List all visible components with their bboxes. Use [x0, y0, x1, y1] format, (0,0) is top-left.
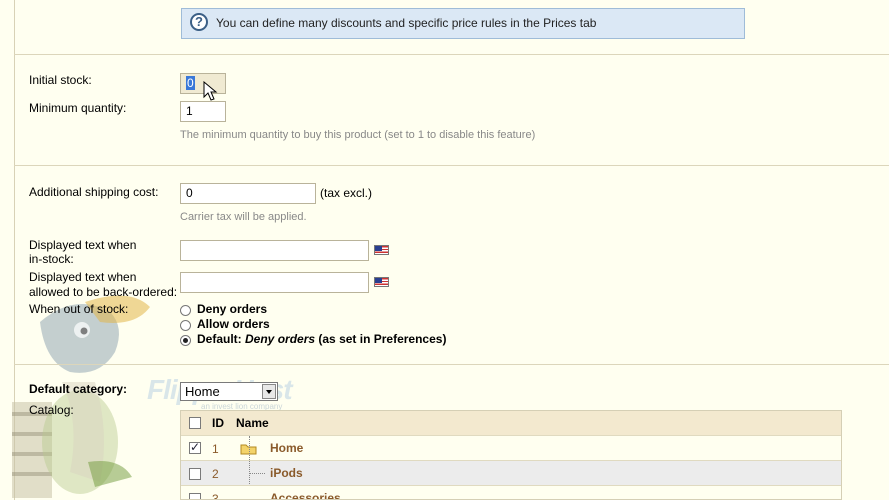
backorder-text-input[interactable]: [180, 272, 369, 293]
table-header: ID Name: [181, 411, 841, 435]
catalog-tree-table: ID Name 1 Home 2 iPods 3 Accessories: [180, 410, 842, 500]
radio-default-orders[interactable]: [180, 335, 191, 346]
backorder-text-label-line1: Displayed text when: [29, 270, 137, 284]
row-checkbox[interactable]: [189, 440, 201, 454]
default-category-label: Default category:: [29, 382, 128, 396]
row-id: 2: [212, 467, 219, 481]
row-checkbox[interactable]: [189, 493, 201, 499]
default-prefix: Default:: [197, 332, 242, 346]
row-name[interactable]: iPods: [270, 466, 303, 480]
deny-orders-label: Deny orders: [197, 302, 268, 316]
initial-stock-value: 0: [186, 76, 195, 90]
additional-shipping-label: Additional shipping cost:: [29, 185, 159, 199]
column-header-name: Name: [236, 416, 269, 430]
tree-branch: [249, 473, 265, 474]
radio-deny-orders[interactable]: [180, 305, 191, 316]
prices-info-box: You can define many discounts and specif…: [181, 8, 745, 39]
column-header-id: ID: [212, 416, 224, 430]
initial-stock-label: Initial stock:: [29, 73, 92, 87]
chevron-down-icon[interactable]: [262, 384, 276, 399]
table-row[interactable]: 3 Accessories: [181, 485, 841, 500]
radio-allow-orders[interactable]: [180, 320, 191, 331]
divider: [14, 165, 889, 166]
default-category-value: Home: [185, 384, 220, 399]
select-all-checkbox[interactable]: [189, 417, 201, 429]
row-name[interactable]: Accessories: [270, 491, 341, 499]
allow-orders-label: Allow orders: [197, 317, 270, 331]
minimum-quantity-label: Minimum quantity:: [29, 101, 127, 115]
table-row[interactable]: 2 iPods: [181, 436, 841, 499]
catalog-label: Catalog:: [29, 403, 74, 417]
carrier-tax-hint: Carrier tax will be applied.: [180, 211, 307, 223]
minimum-quantity-input[interactable]: 1: [180, 101, 226, 122]
default-emphasis: Deny orders: [245, 332, 316, 346]
tax-excl-label: (tax excl.): [320, 186, 373, 200]
us-flag-icon[interactable]: [374, 277, 389, 287]
in-stock-text-label-line2: in-stock:: [29, 252, 74, 266]
default-suffix: (as set in Preferences): [318, 332, 447, 346]
mouse-cursor-icon: [203, 81, 218, 101]
additional-shipping-input[interactable]: 0: [180, 183, 316, 204]
backorder-text-label-line2: allowed to be back-ordered:: [29, 285, 178, 299]
default-orders-label: Default: Deny orders (as set in Preferen…: [197, 332, 446, 346]
divider: [14, 364, 889, 365]
table-row[interactable]: 1 Home: [181, 435, 841, 460]
us-flag-icon[interactable]: [374, 245, 389, 255]
out-of-stock-label: When out of stock:: [29, 302, 129, 316]
minimum-quantity-hint: The minimum quantity to buy this product…: [180, 129, 536, 141]
row-id: 3: [212, 492, 219, 500]
default-category-select[interactable]: Home: [180, 382, 278, 401]
row-name[interactable]: Home: [270, 441, 303, 455]
row-checkbox[interactable]: [189, 468, 201, 480]
divider: [14, 54, 889, 55]
in-stock-text-label-line1: Displayed text when: [29, 238, 137, 252]
in-stock-text-input[interactable]: [180, 240, 369, 261]
question-icon: ?: [190, 13, 208, 31]
row-id: 1: [212, 442, 219, 456]
